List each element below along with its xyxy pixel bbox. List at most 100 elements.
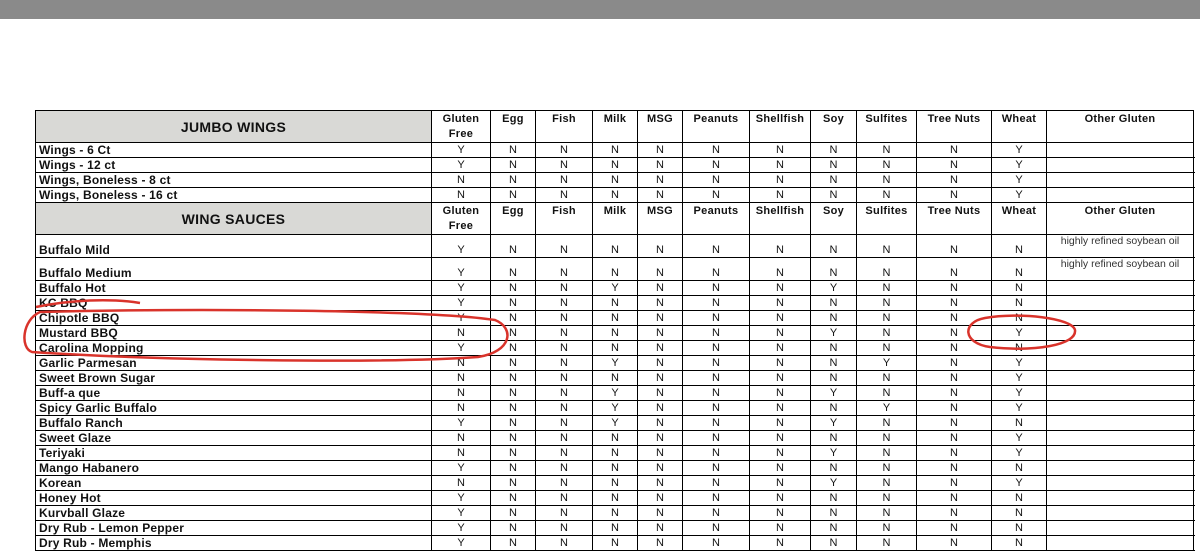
cell-tree-nuts: N bbox=[916, 172, 992, 188]
cell-shellfish: N bbox=[749, 340, 811, 356]
cell-sulfites: N bbox=[856, 505, 917, 521]
cell-soy: N bbox=[810, 355, 857, 371]
cell-egg: N bbox=[490, 172, 536, 188]
cell-tree-nuts: N bbox=[916, 187, 992, 203]
cell-wheat: N bbox=[991, 520, 1047, 536]
cell-tree-nuts: N bbox=[916, 280, 992, 296]
column-header-egg: Egg bbox=[490, 202, 536, 235]
item-name: Dry Rub - Memphis bbox=[35, 535, 432, 551]
cell-wheat: Y bbox=[991, 475, 1047, 491]
cell-egg: N bbox=[490, 520, 536, 536]
cell-wheat: N bbox=[991, 234, 1047, 258]
item-name: Honey Hot bbox=[35, 490, 432, 506]
item-name: Sweet Glaze bbox=[35, 430, 432, 446]
table-row: Sweet Glaze N N N N N N N N N N Y bbox=[35, 430, 1194, 446]
cell-sulfites: N bbox=[856, 370, 917, 386]
cell-wheat: N bbox=[991, 490, 1047, 506]
cell-sulfites: N bbox=[856, 535, 917, 551]
column-header-msg: MSG bbox=[637, 202, 683, 235]
cell-milk: Y bbox=[592, 415, 638, 431]
cell-other-gluten bbox=[1046, 415, 1194, 431]
table-row: Honey Hot Y N N N N N N N N N N bbox=[35, 490, 1194, 506]
cell-milk: Y bbox=[592, 400, 638, 416]
cell-msg: N bbox=[637, 340, 683, 356]
cell-milk: N bbox=[592, 430, 638, 446]
cell-wheat: N bbox=[991, 340, 1047, 356]
column-header-wheat: Wheat bbox=[991, 110, 1047, 143]
cell-milk: N bbox=[592, 460, 638, 476]
cell-fish: N bbox=[535, 385, 593, 401]
cell-wheat: Y bbox=[991, 385, 1047, 401]
cell-other-gluten bbox=[1046, 370, 1194, 386]
column-header-milk: Milk bbox=[592, 202, 638, 235]
cell-wheat: Y bbox=[991, 430, 1047, 446]
cell-milk: N bbox=[592, 234, 638, 258]
table-row: Korean N N N N N N N Y N N Y bbox=[35, 475, 1194, 491]
cell-soy: N bbox=[810, 520, 857, 536]
table-row: Garlic Parmesan N N N Y N N N N Y N Y bbox=[35, 355, 1194, 371]
cell-msg: N bbox=[637, 475, 683, 491]
cell-sulfites: N bbox=[856, 295, 917, 311]
cell-milk: N bbox=[592, 340, 638, 356]
cell-gluten-free: Y bbox=[431, 490, 491, 506]
cell-tree-nuts: N bbox=[916, 295, 992, 311]
cell-wheat: Y bbox=[991, 187, 1047, 203]
cell-sulfites: N bbox=[856, 385, 917, 401]
cell-soy: N bbox=[810, 234, 857, 258]
table-row: Sweet Brown Sugar N N N N N N N N N N Y bbox=[35, 370, 1194, 386]
cell-tree-nuts: N bbox=[916, 475, 992, 491]
cell-other-gluten: highly refined soybean oil bbox=[1046, 257, 1194, 281]
cell-peanuts: N bbox=[682, 257, 750, 281]
cell-fish: N bbox=[535, 257, 593, 281]
cell-msg: N bbox=[637, 355, 683, 371]
table-row: Wings, Boneless - 16 ct N N N N N N N N N N Y bbox=[35, 187, 1194, 203]
cell-gluten-free: Y bbox=[431, 295, 491, 311]
cell-gluten-free: Y bbox=[431, 505, 491, 521]
item-name: Buffalo Medium bbox=[35, 257, 432, 281]
cell-soy: Y bbox=[810, 280, 857, 296]
cell-sulfites: N bbox=[856, 475, 917, 491]
cell-egg: N bbox=[490, 400, 536, 416]
cell-soy: N bbox=[810, 257, 857, 281]
cell-gluten-free: N bbox=[431, 385, 491, 401]
cell-msg: N bbox=[637, 385, 683, 401]
cell-tree-nuts: N bbox=[916, 490, 992, 506]
cell-msg: N bbox=[637, 325, 683, 341]
cell-tree-nuts: N bbox=[916, 157, 992, 173]
item-name: Wings, Boneless - 16 ct bbox=[35, 187, 432, 203]
cell-egg: N bbox=[490, 370, 536, 386]
column-header-msg: MSG bbox=[637, 110, 683, 143]
cell-sulfites: N bbox=[856, 257, 917, 281]
cell-wheat: N bbox=[991, 295, 1047, 311]
cell-other-gluten bbox=[1046, 280, 1194, 296]
cell-other-gluten bbox=[1046, 460, 1194, 476]
table-row: Kurvball Glaze Y N N N N N N N N N N bbox=[35, 505, 1194, 521]
table-row: Buffalo Ranch Y N N Y N N N Y N N N bbox=[35, 415, 1194, 431]
cell-gluten-free: Y bbox=[431, 257, 491, 281]
item-name: Carolina Mopping bbox=[35, 340, 432, 356]
cell-gluten-free: Y bbox=[431, 520, 491, 536]
cell-tree-nuts: N bbox=[916, 400, 992, 416]
cell-fish: N bbox=[535, 355, 593, 371]
table-row: Dry Rub - Memphis Y N N N N N N N N N N bbox=[35, 535, 1194, 551]
cell-gluten-free: Y bbox=[431, 234, 491, 258]
cell-other-gluten bbox=[1046, 505, 1194, 521]
cell-egg: N bbox=[490, 325, 536, 341]
cell-egg: N bbox=[490, 445, 536, 461]
cell-egg: N bbox=[490, 415, 536, 431]
cell-wheat: Y bbox=[991, 325, 1047, 341]
table-row: Buffalo Mild Y N N N N N N N N N Nhighly refined so… bbox=[35, 234, 1194, 258]
cell-milk: N bbox=[592, 445, 638, 461]
cell-msg: N bbox=[637, 142, 683, 158]
allergen-table-body: JUMBO WINGS Gluten Free Egg Fish Milk MSG Pean… bbox=[35, 110, 1194, 551]
cell-other-gluten bbox=[1046, 430, 1194, 446]
cell-gluten-free: N bbox=[431, 370, 491, 386]
cell-peanuts: N bbox=[682, 520, 750, 536]
cell-fish: N bbox=[535, 280, 593, 296]
cell-milk: Y bbox=[592, 355, 638, 371]
cell-msg: N bbox=[637, 370, 683, 386]
cell-fish: N bbox=[535, 187, 593, 203]
cell-milk: N bbox=[592, 505, 638, 521]
cell-gluten-free: N bbox=[431, 325, 491, 341]
cell-fish: N bbox=[535, 340, 593, 356]
